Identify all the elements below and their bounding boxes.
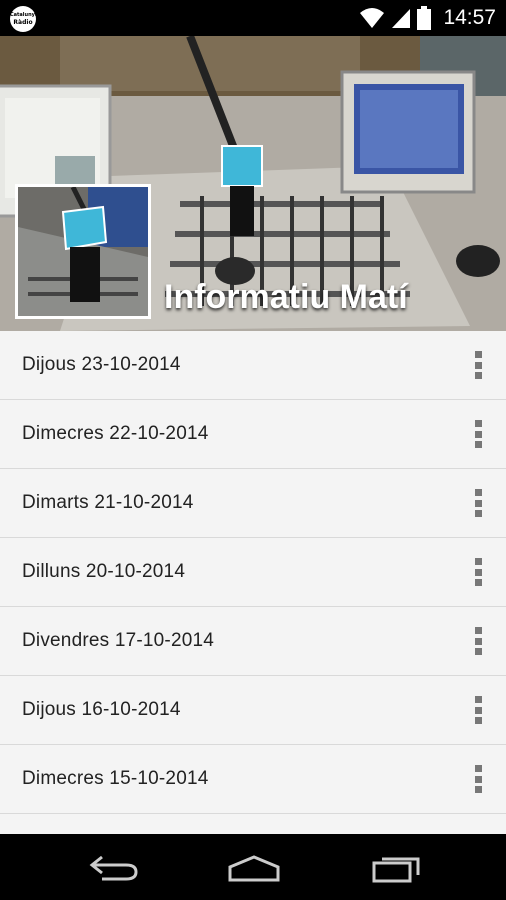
list-item[interactable]: Dijous 16-10-2014 [0, 676, 506, 745]
list-item[interactable]: Dijous 23-10-2014 [0, 331, 506, 400]
battery-icon [417, 6, 432, 30]
list-item[interactable]: Dimecres 22-10-2014 [0, 400, 506, 469]
wifi-icon [360, 8, 385, 28]
list-item-label: Dilluns 20-10-2014 [22, 561, 186, 582]
episode-list: Dijous 23-10-2014 Dimecres 22-10-2014 Di… [0, 331, 506, 834]
list-item-label: Dijous 16-10-2014 [22, 699, 181, 720]
header-banner: Informatiu Matí [0, 36, 506, 331]
list-item[interactable]: Dimarts 21-10-2014 [0, 469, 506, 538]
list-item-partial[interactable] [0, 814, 506, 834]
list-item[interactable]: Dilluns 20-10-2014 [0, 538, 506, 607]
overflow-menu-icon[interactable] [468, 351, 488, 379]
navigation-bar [0, 834, 506, 900]
overflow-menu-icon[interactable] [468, 696, 488, 724]
list-item[interactable]: Dimecres 15-10-2014 [0, 745, 506, 814]
microphone-image [18, 187, 148, 316]
overflow-menu-icon[interactable] [468, 765, 488, 793]
list-item-label: Dimarts 21-10-2014 [22, 492, 194, 513]
overflow-menu-icon[interactable] [468, 558, 488, 586]
status-icons: 14:57 [359, 4, 496, 32]
app-logo-line2: Ràdio [13, 19, 33, 26]
list-item-label: Dimecres 15-10-2014 [22, 768, 209, 789]
overflow-menu-icon[interactable] [468, 489, 488, 517]
overflow-menu-icon[interactable] [468, 420, 488, 448]
home-button[interactable] [224, 848, 284, 888]
status-bar: Catalunya Ràdio 14:57 [0, 0, 506, 36]
show-thumbnail [15, 184, 151, 319]
back-icon [89, 855, 138, 881]
list-item-label: Dimecres 22-10-2014 [22, 423, 209, 444]
signal-icon [392, 9, 411, 28]
list-item-label: Divendres 17-10-2014 [22, 630, 215, 651]
recent-apps-icon [372, 857, 420, 883]
list-item-label: Dijous 23-10-2014 [22, 354, 181, 375]
show-title: Informatiu Matí [164, 278, 408, 316]
recent-apps-button[interactable] [366, 848, 426, 888]
app-logo: Catalunya Ràdio [10, 6, 39, 32]
app-logo-line1: Catalunya [10, 12, 39, 18]
list-item[interactable]: Divendres 17-10-2014 [0, 607, 506, 676]
clock: 14:57 [443, 6, 496, 29]
back-button[interactable] [84, 848, 144, 888]
overflow-menu-icon[interactable] [468, 627, 488, 655]
home-icon [228, 855, 280, 882]
